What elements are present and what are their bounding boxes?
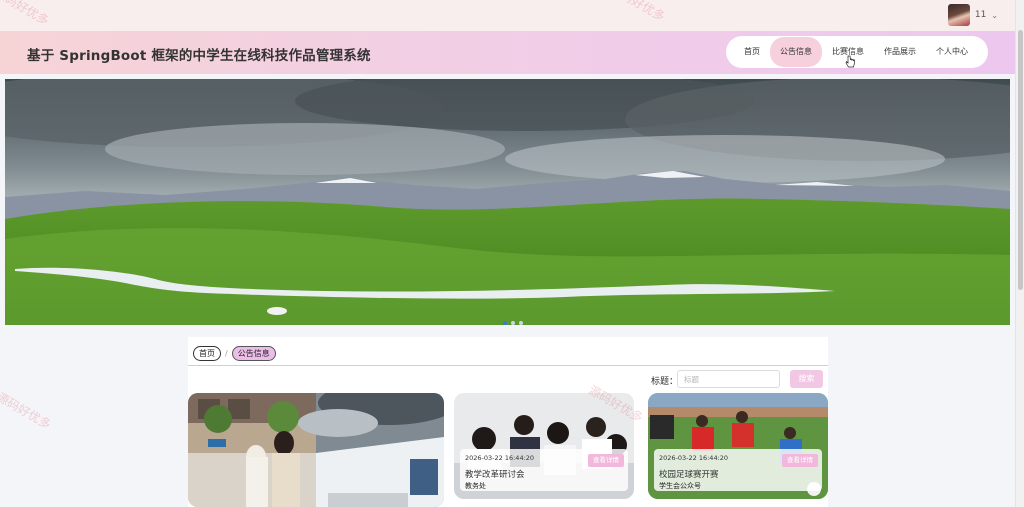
notice-card[interactable]: 2026-03-22 16:44:20 教学改革研讨会 教务处 查看详情	[454, 393, 634, 499]
avatar[interactable]	[947, 4, 970, 26]
view-details-button[interactable]: 查看详情	[588, 454, 624, 467]
nav-profile[interactable]: 个人中心	[926, 37, 978, 67]
scrollbar-thumb[interactable]	[1018, 30, 1023, 290]
notice-title[interactable]: 校园足球赛开赛	[659, 468, 719, 480]
banner-image	[5, 79, 1010, 325]
search-label: 标题：	[651, 377, 679, 387]
nav-notices[interactable]: 公告信息	[770, 37, 822, 67]
notice-publisher: 教务处	[465, 482, 486, 490]
pointer-cursor-icon	[845, 55, 855, 68]
header: 基于 SpringBoot 框架的中学生在线科技作品管理系统 首页 公告信息 比…	[0, 31, 1015, 74]
carousel-dot[interactable]	[503, 321, 507, 325]
breadcrumb-home[interactable]: 首页	[193, 346, 221, 361]
search-button[interactable]: 搜索	[790, 370, 823, 388]
watermark: 源码好优多	[0, 389, 54, 432]
username[interactable]: 11	[975, 10, 986, 20]
banner-carousel[interactable]	[5, 79, 1010, 325]
page-scrollbar[interactable]	[1015, 0, 1024, 507]
featured-image-card[interactable]	[188, 393, 444, 507]
breadcrumb-current: 公告信息	[231, 346, 276, 361]
notice-card-info: 2026-03-22 16:44:20 校园足球赛开赛 学生会公众号 查看详情	[654, 449, 822, 491]
carousel-dot[interactable]	[519, 321, 523, 325]
top-bar	[0, 0, 1015, 31]
notice-list-panel: 首页 / 公告信息 标题： 搜索	[188, 337, 828, 507]
divider	[188, 365, 828, 366]
view-details-button[interactable]: 查看详情	[782, 454, 818, 467]
carousel-dot[interactable]	[511, 321, 515, 325]
breadcrumb-separator: /	[225, 349, 228, 358]
nav-works[interactable]: 作品展示	[874, 37, 926, 67]
campus-photo	[188, 393, 444, 507]
site-title: 基于 SpringBoot 框架的中学生在线科技作品管理系统	[27, 48, 371, 64]
nav-home[interactable]: 首页	[734, 37, 770, 67]
notice-publisher: 学生会公众号	[659, 482, 701, 490]
notice-title[interactable]: 教学改革研讨会	[465, 468, 525, 480]
breadcrumb: 首页 / 公告信息	[193, 346, 276, 361]
notice-card-info: 2026-03-22 16:44:20 教学改革研讨会 教务处 查看详情	[460, 449, 628, 491]
chevron-down-icon[interactable]: ⌄	[991, 11, 998, 20]
notice-date: 2026-03-22 16:44:20	[465, 454, 535, 462]
notice-date: 2026-03-22 16:44:20	[659, 454, 729, 462]
main-nav: 首页 公告信息 比赛信息 作品展示 个人中心	[726, 36, 988, 68]
user-menu[interactable]: 11 ⌄	[947, 4, 998, 26]
notice-card[interactable]: 2026-03-22 16:44:20 校园足球赛开赛 学生会公众号 查看详情	[648, 393, 828, 499]
search-input[interactable]	[677, 370, 780, 388]
carousel-indicators	[503, 321, 523, 325]
